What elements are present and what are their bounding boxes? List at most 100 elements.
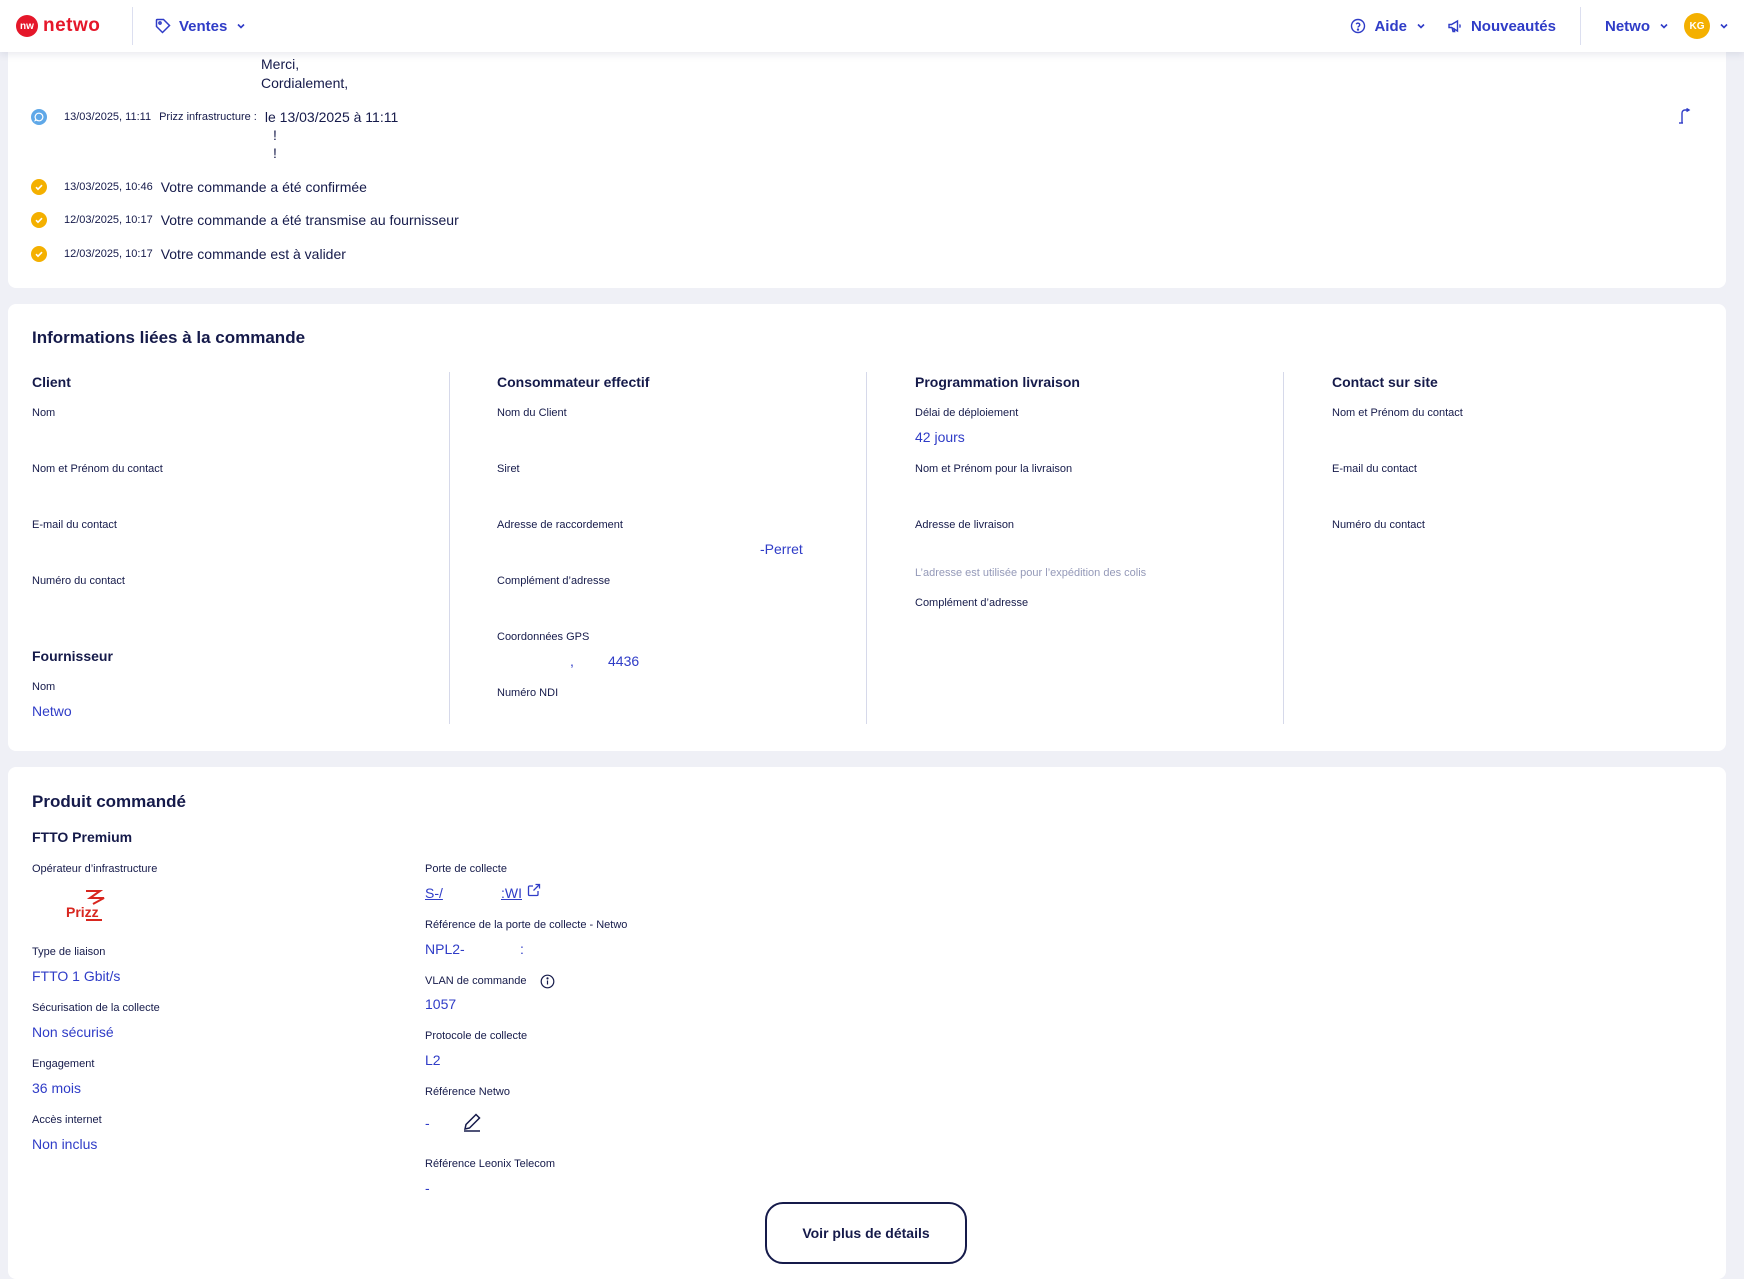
tag-icon bbox=[155, 18, 171, 34]
gps-value: 4436 bbox=[608, 653, 640, 669]
section-title: Informations liées à la commande bbox=[32, 328, 306, 347]
aide-label: Aide bbox=[1374, 17, 1407, 35]
timeline-label: Votre commande a été confirmée bbox=[160, 179, 367, 195]
protocol-value: L2 bbox=[425, 1052, 441, 1068]
order-info-card: Informations liées à la commande Client … bbox=[8, 304, 1726, 751]
nouveautes-label: Nouveautés bbox=[1470, 17, 1556, 35]
raccordement-address-value: -Perret bbox=[760, 541, 803, 557]
message-line: ! bbox=[273, 127, 277, 143]
client-contact-phone-label: Numéro du contact bbox=[32, 575, 125, 587]
ref-leonix-value: - bbox=[425, 1180, 430, 1196]
timeline-date: 13/03/2025, 11:11 bbox=[64, 111, 152, 123]
timeline-event: 12/03/2025, 10:17 Votre commande a été t… bbox=[31, 212, 459, 228]
internet-value: Non inclus bbox=[32, 1136, 98, 1152]
fournisseur-name-value: Netwo bbox=[32, 703, 72, 719]
consommateur-client-name-label: Nom du Client bbox=[497, 407, 567, 419]
site-contact-name-label: Nom et Prénom du contact bbox=[1332, 407, 1463, 419]
netwo-logo-mark: nw bbox=[16, 15, 38, 37]
ventes-label: Ventes bbox=[179, 17, 228, 35]
product-card: Produit commandé FTTO Premium Opérateur … bbox=[8, 767, 1726, 1279]
timeline-label: Votre commande est à valider bbox=[160, 246, 346, 262]
message-text: le 13/03/2025 à 11:11 bbox=[264, 109, 399, 125]
show-more-details-button[interactable]: Voir plus de détails bbox=[765, 1202, 967, 1264]
delivery-address-label: Adresse de livraison bbox=[915, 519, 1015, 531]
raccordement-address-label: Adresse de raccordement bbox=[497, 519, 623, 531]
fournisseur-title: Fournisseur bbox=[32, 648, 113, 664]
avatar[interactable]: KG bbox=[1684, 13, 1710, 39]
prizz-logo-text: Prizz bbox=[66, 904, 99, 920]
porte-ref-value-suffix: : bbox=[520, 941, 524, 957]
check-circle-icon bbox=[31, 179, 47, 195]
timeline-date: 12/03/2025, 10:17 bbox=[64, 248, 153, 260]
message-line: ! bbox=[273, 145, 277, 161]
porte-collecte-link[interactable]: S-/ bbox=[425, 885, 443, 901]
chevron-down-icon bbox=[1415, 20, 1427, 32]
ndi-label: Numéro NDI bbox=[497, 687, 559, 699]
porte-ref-label: Référence de la porte de collecte - Netw… bbox=[425, 919, 628, 931]
reply-icon[interactable] bbox=[1678, 107, 1692, 129]
section-title: Produit commandé bbox=[32, 792, 186, 811]
message-body: ! ! bbox=[273, 126, 277, 162]
edit-pencil-icon[interactable] bbox=[461, 1111, 483, 1138]
ref-leonix-label: Référence Leonix Telecom bbox=[425, 1158, 556, 1170]
account-menu[interactable]: Netwo bbox=[1605, 18, 1670, 35]
delivery-address-hint: L’adresse est utilisée pour l’expédition… bbox=[915, 567, 1147, 579]
delay-value: 42 jours bbox=[915, 429, 965, 445]
timeline-event: 13/03/2025, 10:46 Votre commande a été c… bbox=[31, 179, 367, 195]
netwo-logo-text: netwo bbox=[43, 15, 101, 36]
gps-value-separator: , bbox=[570, 653, 574, 669]
chat-bubble-icon bbox=[31, 109, 47, 125]
chevron-down-icon bbox=[1658, 20, 1670, 32]
consommateur-title: Consommateur effectif bbox=[497, 374, 650, 390]
liaison-label: Type de liaison bbox=[32, 946, 106, 958]
porte-ref-value: NPL2- bbox=[425, 941, 465, 957]
check-circle-icon bbox=[31, 212, 47, 228]
delivery-name-label: Nom et Prénom pour la livraison bbox=[915, 463, 1073, 475]
consommateur-complement-label: Complément d’adresse bbox=[497, 575, 611, 587]
message-author: Prizz infrastructure : bbox=[159, 111, 257, 123]
gps-label: Coordonnées GPS bbox=[497, 631, 590, 643]
client-title: Client bbox=[32, 374, 71, 390]
site-contact-phone-label: Numéro du contact bbox=[1332, 519, 1425, 531]
internet-label: Accès internet bbox=[32, 1114, 102, 1126]
help-circle-icon bbox=[1350, 18, 1366, 34]
account-label: Netwo bbox=[1605, 17, 1650, 35]
column-divider bbox=[866, 372, 867, 724]
engagement-value: 36 mois bbox=[32, 1080, 82, 1096]
timeline-date: 13/03/2025, 10:46 bbox=[64, 181, 153, 193]
aide-menu[interactable]: Aide bbox=[1350, 18, 1427, 35]
ventes-menu[interactable]: Ventes bbox=[155, 18, 247, 35]
message-closing-line: Cordialement, bbox=[261, 75, 349, 91]
liaison-value: FTTO 1 Gbit/s bbox=[32, 968, 121, 984]
timeline-date: 12/03/2025, 10:17 bbox=[64, 214, 153, 226]
column-divider bbox=[1283, 372, 1284, 724]
chevron-down-icon[interactable] bbox=[1718, 20, 1730, 32]
client-name-label: Nom bbox=[32, 407, 56, 419]
livraison-title: Programmation livraison bbox=[915, 374, 1080, 390]
contact-site-title: Contact sur site bbox=[1332, 374, 1438, 390]
check-circle-icon bbox=[31, 246, 47, 262]
porte-collecte-link-suffix[interactable]: :WI bbox=[501, 885, 522, 901]
info-icon[interactable] bbox=[540, 974, 555, 994]
timeline-event: 12/03/2025, 10:17 Votre commande est à v… bbox=[31, 246, 346, 262]
nouveautes-link[interactable]: Nouveautés bbox=[1447, 18, 1556, 35]
product-name: FTTO Premium bbox=[32, 829, 133, 845]
engagement-label: Engagement bbox=[32, 1058, 95, 1070]
vlan-label: VLAN de commande bbox=[425, 975, 527, 987]
operator-label: Opérateur d’infrastructure bbox=[32, 863, 158, 875]
ref-netwo-label: Référence Netwo bbox=[425, 1086, 510, 1098]
protocol-label: Protocole de collecte bbox=[425, 1030, 528, 1042]
client-contact-email-label: E-mail du contact bbox=[32, 519, 117, 531]
external-link-icon[interactable] bbox=[527, 883, 541, 902]
megaphone-icon bbox=[1447, 18, 1463, 34]
porte-collecte-label: Porte de collecte bbox=[425, 863, 507, 875]
securisation-label: Sécurisation de la collecte bbox=[32, 1002, 160, 1014]
top-navigation-bar: nw netwo Ventes Aide Nouveautés Netwo KG bbox=[0, 0, 1744, 52]
netwo-logo[interactable]: nw netwo bbox=[0, 0, 132, 52]
site-contact-email-label: E-mail du contact bbox=[1332, 463, 1417, 475]
ref-netwo-value: - bbox=[425, 1115, 430, 1131]
securisation-value: Non sécurisé bbox=[32, 1024, 114, 1040]
siret-label: Siret bbox=[497, 463, 520, 475]
timeline-label: Votre commande a été transmise au fourni… bbox=[160, 212, 459, 228]
message-closing-line: Merci, bbox=[261, 56, 300, 72]
